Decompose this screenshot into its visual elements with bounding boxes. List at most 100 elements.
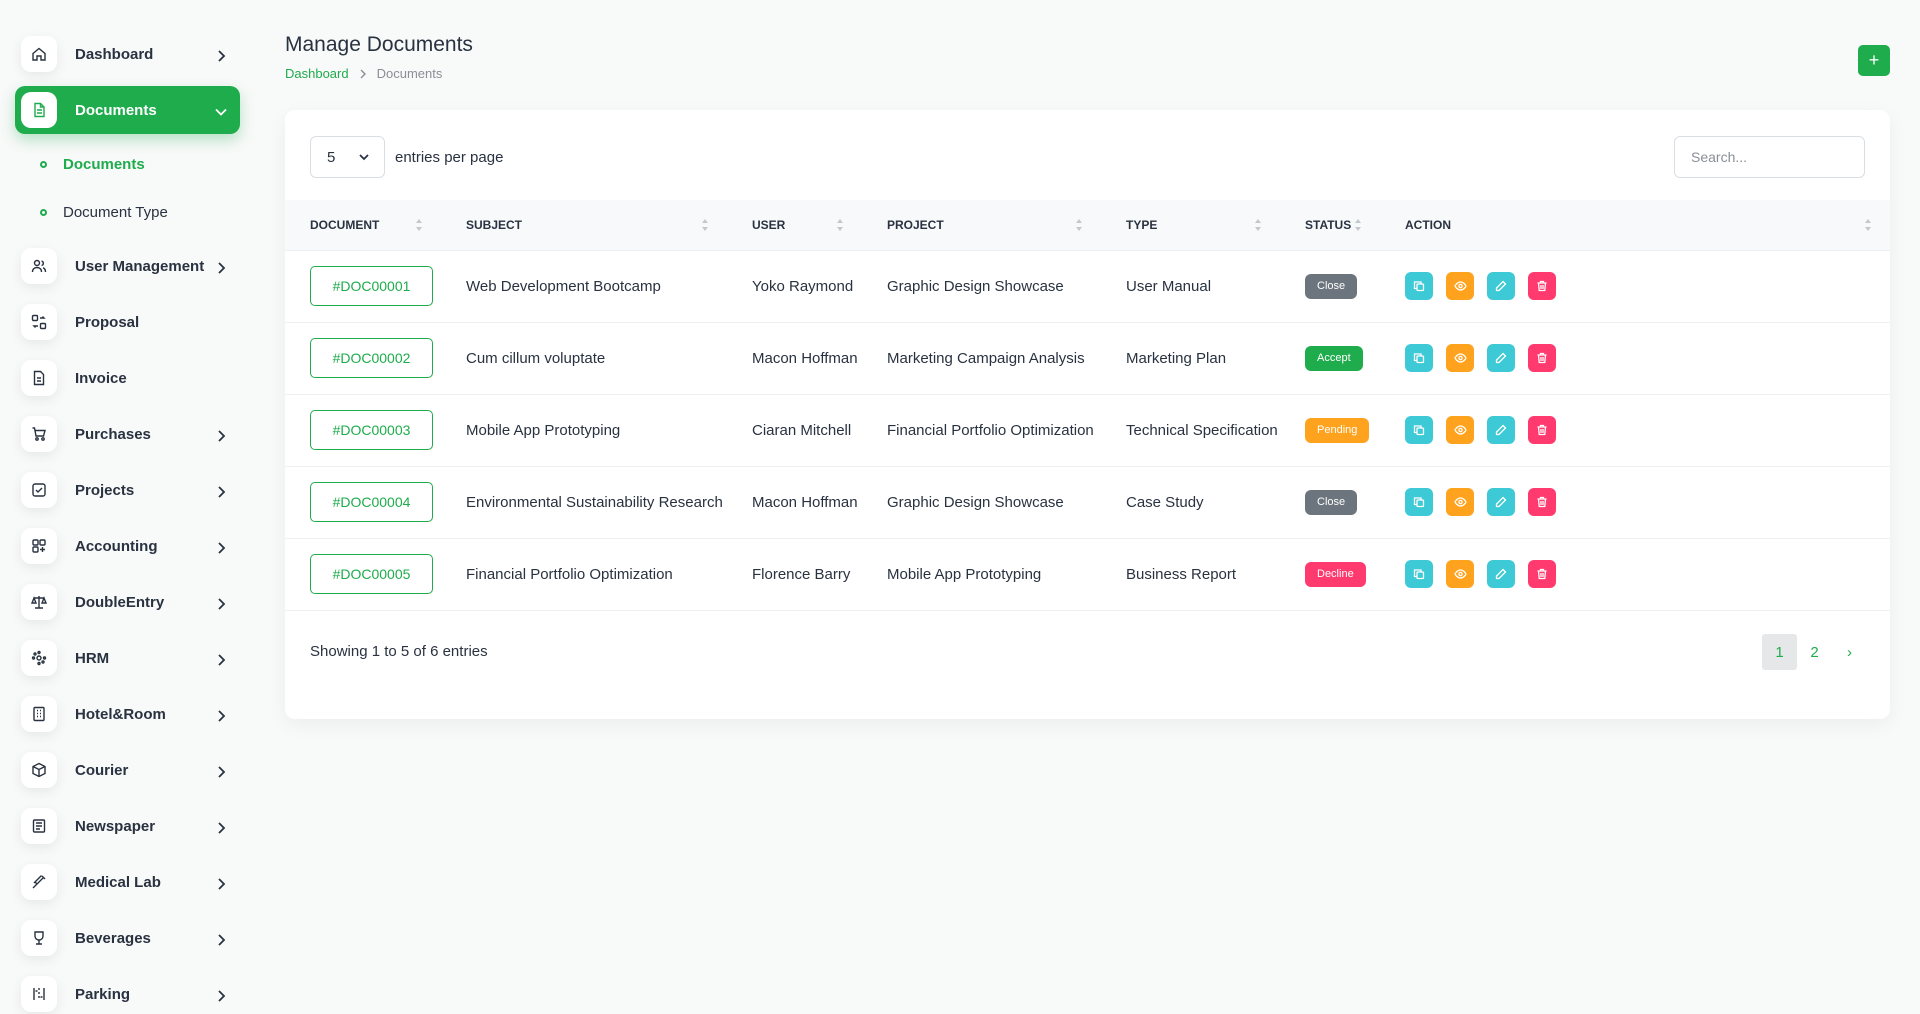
cell-document: #DOC00002 <box>285 322 441 394</box>
sidebar-item-hrm[interactable]: HRM <box>15 634 240 682</box>
column-header-status[interactable]: Status <box>1280 200 1380 250</box>
edit-button[interactable] <box>1487 560 1515 588</box>
delete-button[interactable] <box>1528 416 1556 444</box>
cell-project: Graphic Design Showcase <box>887 493 1064 511</box>
copy-link-button[interactable] <box>1405 272 1433 300</box>
cell-project: Mobile App Prototyping <box>887 565 1042 583</box>
sidebar-item-hotel-room[interactable]: Hotel&Room <box>15 690 240 738</box>
column-header-project[interactable]: Project <box>862 200 1101 250</box>
breadcrumb: Dashboard Documents <box>285 66 442 81</box>
chevron-right-icon <box>218 262 226 274</box>
sort-icon <box>1865 219 1871 231</box>
chevron-right-icon <box>218 710 226 722</box>
column-header-document[interactable]: Document <box>285 200 441 250</box>
row-actions <box>1405 488 1890 516</box>
pencil-icon <box>1495 424 1507 436</box>
delete-button[interactable] <box>1528 344 1556 372</box>
edit-button[interactable] <box>1487 344 1515 372</box>
cell-project: Graphic Design Showcase <box>887 277 1064 295</box>
edit-button[interactable] <box>1487 416 1515 444</box>
submenu-item-document-type[interactable]: Document Type <box>0 188 255 236</box>
view-button[interactable] <box>1446 416 1474 444</box>
chevron-right-icon <box>218 822 226 834</box>
column-header-type[interactable]: Type <box>1101 200 1280 250</box>
copy-link-button[interactable] <box>1405 488 1433 516</box>
view-button[interactable] <box>1446 272 1474 300</box>
cell-document: #DOC00005 <box>285 538 441 610</box>
search-input[interactable] <box>1674 136 1865 178</box>
syringe-icon <box>21 864 57 900</box>
newspaper-icon <box>21 808 57 844</box>
sidebar-item-proposal[interactable]: Proposal <box>15 298 240 346</box>
next-page-button[interactable]: › <box>1832 634 1867 670</box>
view-button[interactable] <box>1446 488 1474 516</box>
sidebar-item-projects[interactable]: Projects <box>15 466 240 514</box>
cell-subject: Web Development Bootcamp <box>466 277 661 295</box>
edit-button[interactable] <box>1487 488 1515 516</box>
page-1-button[interactable]: 1 <box>1762 634 1797 670</box>
sidebar-item-documents[interactable]: Documents <box>15 86 240 134</box>
breadcrumb-home-link[interactable]: Dashboard <box>285 66 349 81</box>
column-header-subject[interactable]: Subject <box>441 200 727 250</box>
sidebar-item-newspaper[interactable]: Newspaper <box>15 802 240 850</box>
sidebar-item-accounting[interactable]: Accounting <box>15 522 240 570</box>
sidebar-item-doubleentry[interactable]: DoubleEntry <box>15 578 240 626</box>
sort-icon <box>1255 219 1261 231</box>
copy-link-button[interactable] <box>1405 560 1433 588</box>
row-actions <box>1405 344 1890 372</box>
copy-link-button[interactable] <box>1405 344 1433 372</box>
sidebar-item-label: HRM <box>75 649 110 667</box>
sidebar-item-purchases[interactable]: Purchases <box>15 410 240 458</box>
sort-icon <box>702 219 708 231</box>
sidebar-item-label: Beverages <box>75 929 151 947</box>
chevron-right-icon <box>218 990 226 1002</box>
status-badge: Decline <box>1305 561 1366 587</box>
document-id-button[interactable]: #DOC00002 <box>310 338 433 378</box>
edit-button[interactable] <box>1487 272 1515 300</box>
delete-button[interactable] <box>1528 488 1556 516</box>
table-row: #DOC00002 Cum cillum voluptate Macon Hoffm… <box>285 322 1890 394</box>
sidebar-item-courier[interactable]: Courier <box>15 746 240 794</box>
page-2-button[interactable]: 2 <box>1797 634 1832 670</box>
row-actions <box>1405 560 1890 588</box>
trash-icon <box>1536 568 1548 580</box>
page-title: Manage Documents <box>285 33 473 56</box>
eye-icon <box>1453 424 1467 436</box>
sidebar-item-dashboard[interactable]: Dashboard <box>15 30 240 78</box>
sidebar-item-beverages[interactable]: Beverages <box>15 914 240 962</box>
table-controls: 5 entries per page <box>310 136 503 178</box>
sidebar-item-label: Accounting <box>75 537 158 555</box>
table-header-row: Document Subject User Project Type Statu… <box>285 200 1890 250</box>
entries-per-page-select[interactable]: 5 <box>310 136 385 178</box>
document-id-button[interactable]: #DOC00003 <box>310 410 433 450</box>
column-header-action[interactable]: Action <box>1380 200 1890 250</box>
building-icon <box>21 696 57 732</box>
view-button[interactable] <box>1446 344 1474 372</box>
sidebar-item-label: Dashboard <box>75 45 154 63</box>
sidebar-item-medical-lab[interactable]: Medical Lab <box>15 858 240 906</box>
users-icon <box>21 248 57 284</box>
sidebar-item-label: Proposal <box>75 313 140 331</box>
invoice-icon <box>21 360 57 396</box>
copy-icon <box>1413 424 1425 436</box>
sidebar-item-user-management[interactable]: User Management <box>15 242 240 290</box>
sidebar-item-parking[interactable]: Parking <box>15 970 240 1014</box>
delete-button[interactable] <box>1528 560 1556 588</box>
submenu-item-documents[interactable]: Documents <box>0 140 255 188</box>
cell-action <box>1380 394 1890 466</box>
sidebar-item-invoice[interactable]: Invoice <box>15 354 240 402</box>
copy-link-button[interactable] <box>1405 416 1433 444</box>
delete-button[interactable] <box>1528 272 1556 300</box>
column-header-user[interactable]: User <box>727 200 862 250</box>
cell-status: Close <box>1280 250 1380 322</box>
document-id-button[interactable]: #DOC00001 <box>310 266 433 306</box>
cart-icon <box>21 416 57 452</box>
pencil-icon <box>1495 568 1507 580</box>
add-document-button[interactable]: + <box>1858 45 1890 76</box>
chevron-down-icon <box>215 108 227 116</box>
view-button[interactable] <box>1446 560 1474 588</box>
document-id-button[interactable]: #DOC00004 <box>310 482 433 522</box>
eye-icon <box>1453 280 1467 292</box>
document-id-button[interactable]: #DOC00005 <box>310 554 433 594</box>
cell-document: #DOC00003 <box>285 394 441 466</box>
